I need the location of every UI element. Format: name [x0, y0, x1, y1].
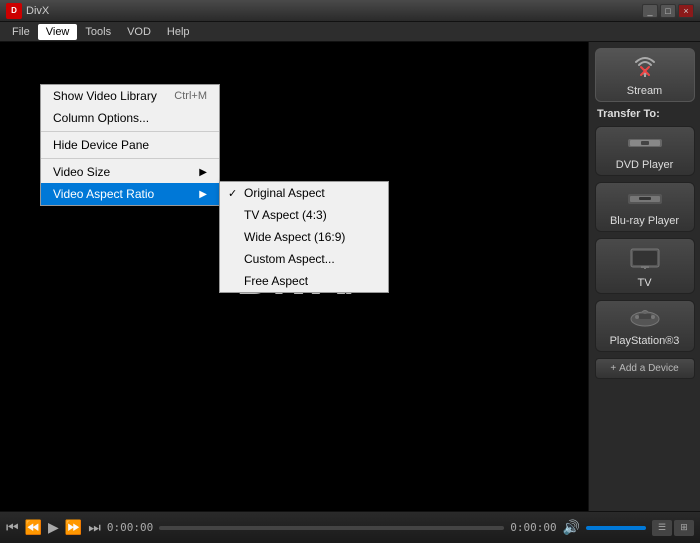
arrow-icon: ▶: [199, 189, 207, 200]
playback-bar: ⏮ ⏪ ▶ ⏩ ⏭ 0:00:00 0:00:00 🔊 ☰ ⊞: [0, 511, 700, 543]
check-icon: ✓: [228, 187, 237, 200]
title-bar: D DivX _ □ ×: [0, 0, 700, 22]
menu-show-video-library[interactable]: Show Video Library Ctrl+M: [41, 85, 219, 107]
time-total: 0:00:00: [510, 521, 556, 534]
tv-label: TV: [637, 277, 651, 289]
title-bar-left: D DivX: [6, 3, 49, 19]
menu-video-size[interactable]: Video Size ▶: [41, 161, 219, 183]
maximize-button[interactable]: □: [660, 4, 676, 18]
dvd-label: DVD Player: [616, 159, 673, 171]
separator-2: [41, 158, 219, 159]
arrow-icon: ▶: [199, 167, 207, 178]
app-icon: D: [6, 3, 22, 19]
skip-forward-button[interactable]: ⏭: [88, 519, 101, 536]
menu-vod[interactable]: VOD: [119, 24, 159, 40]
menu-video-aspect-ratio[interactable]: Video Aspect Ratio ▶ ✓ Original Aspect T…: [41, 183, 219, 205]
aspect-free[interactable]: Free Aspect: [220, 270, 388, 292]
stream-button[interactable]: Stream: [595, 48, 695, 102]
stream-icon: [631, 55, 659, 81]
minimize-button[interactable]: _: [642, 4, 658, 18]
ps3-button[interactable]: PlayStation®3: [595, 300, 695, 352]
time-current: 0:00:00: [107, 521, 153, 534]
play-button[interactable]: ▶: [48, 519, 59, 536]
ps3-icon: [629, 307, 661, 331]
bluray-player-button[interactable]: Blu-ray Player: [595, 182, 695, 232]
aspect-submenu: ✓ Original Aspect TV Aspect (4:3) Wide A…: [219, 181, 389, 293]
view-icons: ☰ ⊞: [652, 520, 694, 536]
volume-slider[interactable]: [586, 526, 646, 530]
menu-file[interactable]: File: [4, 24, 38, 40]
aspect-custom[interactable]: Custom Aspect...: [220, 248, 388, 270]
main-layout: DivX. Show Video Library Ctrl+M Column O…: [0, 42, 700, 511]
video-area[interactable]: DivX. Show Video Library Ctrl+M Column O…: [0, 42, 588, 511]
dvd-player-button[interactable]: DVD Player: [595, 126, 695, 176]
bluray-label: Blu-ray Player: [610, 215, 679, 227]
dvd-icon: [627, 133, 663, 155]
close-button[interactable]: ×: [678, 4, 694, 18]
menu-view[interactable]: View: [38, 24, 78, 40]
view-menu: Show Video Library Ctrl+M Column Options…: [40, 84, 220, 206]
menu-help[interactable]: Help: [159, 24, 198, 40]
transfer-label: Transfer To:: [593, 108, 696, 120]
title-bar-title: DivX: [26, 5, 49, 17]
menu-column-options[interactable]: Column Options...: [41, 107, 219, 129]
stream-label: Stream: [627, 85, 662, 97]
skip-back-button[interactable]: ⏮: [6, 519, 19, 536]
aspect-wide169[interactable]: Wide Aspect (16:9): [220, 226, 388, 248]
grid-view-button[interactable]: ⊞: [674, 520, 694, 536]
prev-button[interactable]: ⏪: [25, 519, 42, 536]
volume-icon[interactable]: 🔊: [563, 519, 580, 536]
aspect-tv43[interactable]: TV Aspect (4:3): [220, 204, 388, 226]
separator-1: [41, 131, 219, 132]
menu-hide-device-pane[interactable]: Hide Device Pane: [41, 134, 219, 156]
add-device-label: Add a Device: [619, 363, 678, 374]
add-icon: +: [610, 363, 616, 374]
progress-bar[interactable]: [159, 526, 504, 530]
tv-icon: [629, 245, 661, 273]
menu-tools[interactable]: Tools: [77, 24, 119, 40]
right-panel: Stream Transfer To: DVD Player: [588, 42, 700, 511]
add-device-button[interactable]: + Add a Device: [595, 358, 695, 379]
menu-bar: File View Tools VOD Help: [0, 22, 700, 42]
next-button[interactable]: ⏩: [65, 519, 82, 536]
aspect-original[interactable]: ✓ Original Aspect: [220, 182, 388, 204]
list-view-button[interactable]: ☰: [652, 520, 672, 536]
ps3-label: PlayStation®3: [610, 335, 680, 347]
window-controls: _ □ ×: [642, 4, 694, 18]
bluray-icon: [627, 189, 663, 211]
tv-button[interactable]: TV: [595, 238, 695, 294]
